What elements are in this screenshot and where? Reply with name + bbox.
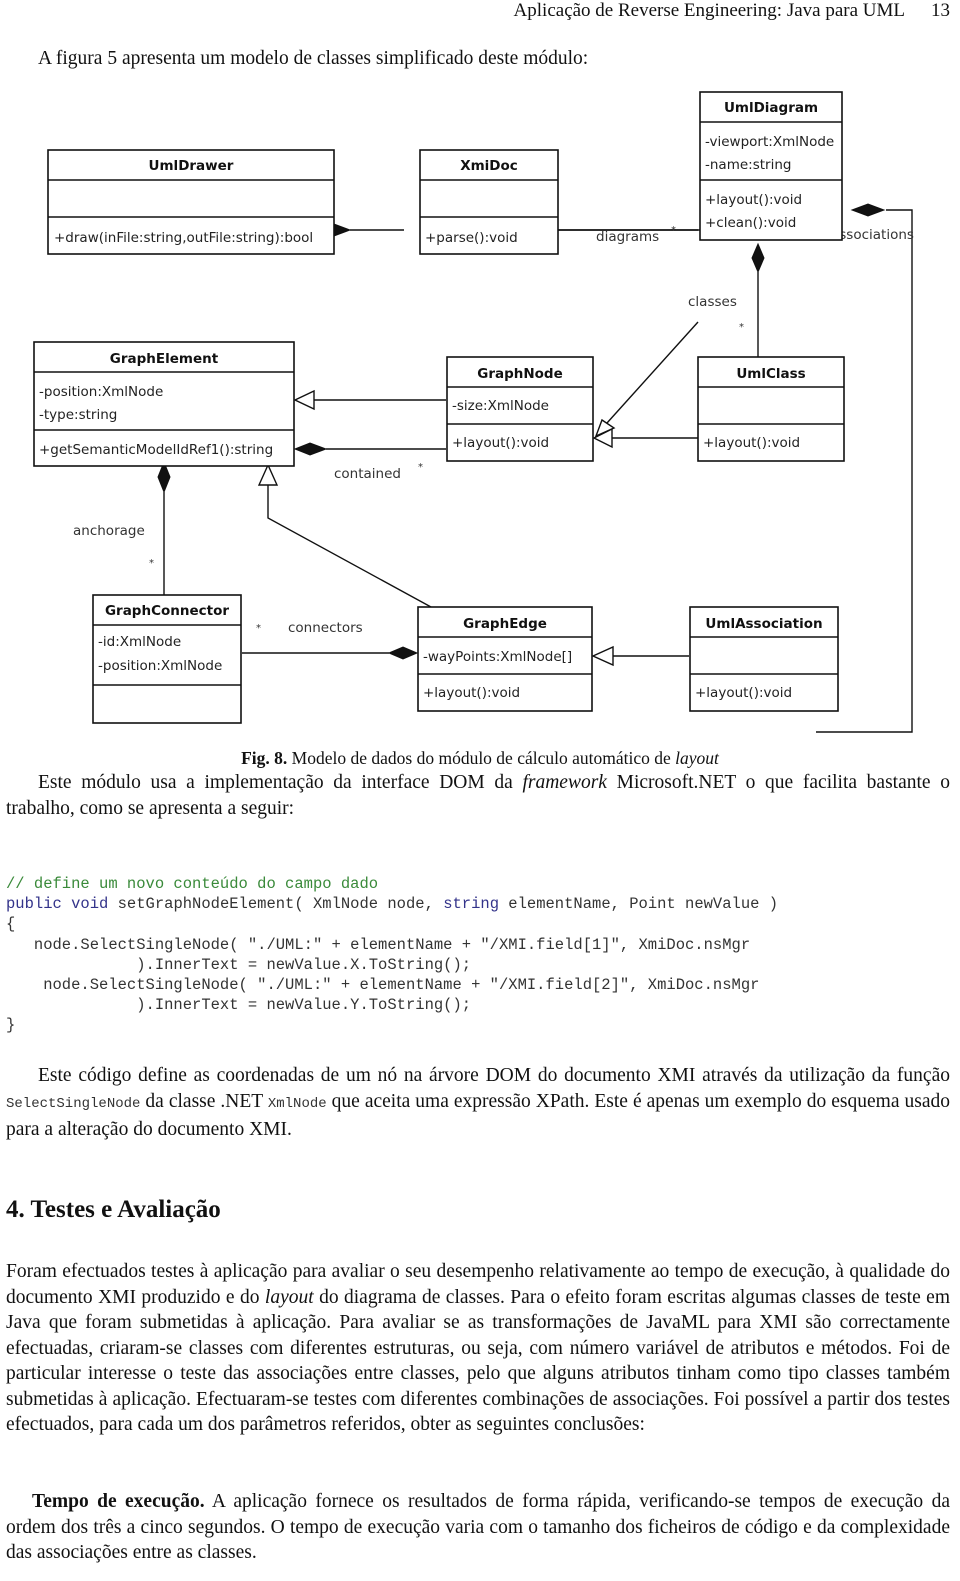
multiplicity-diagrams: * bbox=[671, 225, 676, 236]
code-line: node.SelectSingleNode( "./UML:" + elemen… bbox=[6, 935, 751, 954]
paragraph-execution-time: Tempo de execução. A aplicação fornece o… bbox=[6, 1489, 950, 1566]
class-attribute: -position:XmlNode bbox=[39, 384, 163, 400]
paragraph-dom-framework: Este módulo usa a implementação da inter… bbox=[6, 770, 950, 821]
class-graphnode: GraphNode -size:XmlNode +layout():void bbox=[446, 356, 594, 462]
code-comment: // define um novo conteúdo do campo dado bbox=[6, 875, 379, 893]
role-contained: contained bbox=[334, 466, 401, 482]
composition-diamond-icon bbox=[850, 203, 886, 217]
multiplicity-classes: * bbox=[739, 322, 744, 333]
code-line: ).InnerText = newValue.Y.ToString(); bbox=[6, 996, 472, 1015]
relation-graphelement-graphconnector: anchorage * bbox=[73, 460, 171, 595]
class-method: +layout():void bbox=[705, 192, 802, 208]
paragraph-tests: Foram efectuados testes à aplicação para… bbox=[6, 1259, 950, 1438]
figure-caption-label: Fig. 8. bbox=[241, 748, 288, 768]
paragraph-italic: framework bbox=[522, 772, 607, 793]
class-method: +layout():void bbox=[423, 685, 520, 701]
code-line: ).InnerText = newValue.X.ToString(); bbox=[6, 955, 472, 974]
class-method: +getSemanticModelIdRef1():string bbox=[39, 442, 273, 458]
code-listing: // define um novo conteúdo do campo dado… bbox=[6, 874, 778, 1036]
multiplicity-contained: * bbox=[418, 462, 423, 473]
class-attribute: -size:XmlNode bbox=[452, 398, 549, 414]
inline-code: XmlNode bbox=[267, 1095, 327, 1112]
code-text: setGraphNodeElement( XmlNode node, bbox=[108, 895, 444, 914]
intro-sentence: A figura 5 apresenta um modelo de classe… bbox=[38, 48, 589, 69]
paragraph-text: Este módulo usa a implementação da inter… bbox=[38, 772, 523, 793]
page-number: 13 bbox=[931, 0, 950, 21]
paragraph-text: Este código define as coordenadas de um … bbox=[38, 1065, 950, 1086]
paragraph-text: da classe .NET bbox=[140, 1090, 268, 1112]
class-graphelement: GraphElement -position:XmlNode -type:str… bbox=[33, 341, 295, 467]
code-text: { bbox=[6, 915, 16, 934]
generalization-arrow-icon bbox=[591, 645, 614, 667]
paragraph-text: do diagrama de classes. Para o efeito fo… bbox=[6, 1286, 950, 1436]
class-umldrawer: UmlDrawer +draw(inFile:string,outFile:st… bbox=[47, 149, 335, 255]
class-graphedge: GraphEdge -wayPoints:XmlNode[] +layout()… bbox=[417, 606, 593, 712]
class-name: UmlDrawer bbox=[149, 158, 234, 174]
multiplicity-anchorage: * bbox=[149, 558, 154, 569]
class-umldiagram: UmlDiagram -viewport:XmlNode -name:strin… bbox=[699, 91, 843, 241]
role-classes: classes bbox=[688, 294, 737, 310]
class-name: UmlDiagram bbox=[724, 100, 818, 116]
relation-umldiagram-umlclass bbox=[751, 242, 765, 360]
code-keyword: string bbox=[443, 895, 499, 914]
running-header: Aplicação de Reverse Engineering: Java p… bbox=[514, 0, 950, 22]
class-name: GraphConnector bbox=[105, 603, 229, 619]
paragraph-italic: layout bbox=[264, 1286, 314, 1308]
relation-umlassociation-graphedge bbox=[591, 645, 689, 667]
class-attribute: -position:XmlNode bbox=[98, 658, 222, 674]
class-attribute: -viewport:XmlNode bbox=[705, 134, 834, 150]
class-name: GraphElement bbox=[110, 351, 219, 367]
class-name: GraphNode bbox=[477, 366, 563, 382]
relation-graphedge-graphconnector: connectors * bbox=[242, 620, 419, 660]
role-connectors: connectors bbox=[288, 620, 363, 636]
composition-diamond-icon bbox=[293, 442, 328, 456]
class-umlclass: UmlClass +layout():void bbox=[697, 356, 845, 462]
class-xmidoc: XmiDoc +parse():void bbox=[419, 149, 559, 255]
class-attribute: -name:string bbox=[705, 157, 791, 173]
figure-caption: Fig. 8. Modelo de dados do módulo de cál… bbox=[0, 748, 960, 769]
class-umlassociation: UmlAssociation +layout():void bbox=[689, 606, 839, 712]
class-method: +layout():void bbox=[452, 435, 549, 451]
relation-umlclass-graphnode bbox=[592, 427, 698, 449]
code-line: node.SelectSingleNode( "./UML:" + elemen… bbox=[6, 976, 760, 995]
class-attribute: -id:XmlNode bbox=[98, 634, 181, 650]
figure-caption-italic: layout bbox=[675, 748, 719, 768]
composition-diamond-icon bbox=[751, 242, 765, 274]
role-diagrams: diagrams bbox=[596, 229, 659, 245]
role-associations: associations bbox=[831, 227, 914, 243]
class-name: XmiDoc bbox=[460, 158, 518, 174]
running-title: Aplicação de Reverse Engineering: Java p… bbox=[513, 0, 905, 21]
code-keyword: public void bbox=[6, 895, 109, 914]
class-attribute: -wayPoints:XmlNode[] bbox=[423, 649, 572, 665]
paragraph-bold-lead: Tempo de execução. bbox=[32, 1491, 205, 1512]
class-name: UmlAssociation bbox=[705, 616, 822, 632]
generalization-arrow-icon bbox=[257, 463, 279, 486]
class-attribute: -type:string bbox=[39, 407, 117, 423]
relation-graphedge-graphelement bbox=[257, 463, 432, 608]
section-heading: 4. Testes e Avaliação bbox=[6, 1196, 221, 1223]
paragraph-code-explanation: Este código define as coordenadas de um … bbox=[6, 1063, 950, 1143]
uml-diagram-canvas: .box { fill: #fff; stroke: #111; stroke-… bbox=[33, 91, 914, 733]
uml-class-diagram: .box { fill: #fff; stroke: #111; stroke-… bbox=[16, 80, 960, 740]
class-method: +clean():void bbox=[705, 215, 796, 231]
class-name: GraphEdge bbox=[463, 616, 547, 632]
class-method: +draw(inFile:string,outFile:string):bool bbox=[54, 230, 313, 246]
role-anchorage: anchorage bbox=[73, 523, 145, 539]
class-method: +layout():void bbox=[695, 685, 792, 701]
class-method: +layout():void bbox=[703, 435, 800, 451]
code-text: elementName, Point newValue ) bbox=[499, 895, 779, 914]
class-name: UmlClass bbox=[736, 366, 805, 382]
composition-diamond-icon bbox=[387, 646, 419, 660]
code-text: } bbox=[6, 1016, 16, 1035]
inline-code: SelectSingleNode bbox=[6, 1095, 141, 1112]
generalization-arrow-icon bbox=[293, 389, 315, 411]
figure-caption-text: Modelo de dados do módulo de cálculo aut… bbox=[287, 748, 676, 768]
class-method: +parse():void bbox=[425, 230, 518, 246]
relation-graphelement-graphnode-contained: contained * bbox=[293, 442, 446, 482]
class-graphconnector: GraphConnector -id:XmlNode -position:Xml… bbox=[92, 594, 242, 724]
multiplicity-connectors: * bbox=[256, 623, 261, 634]
relation-graphnode-graphelement bbox=[293, 389, 446, 411]
